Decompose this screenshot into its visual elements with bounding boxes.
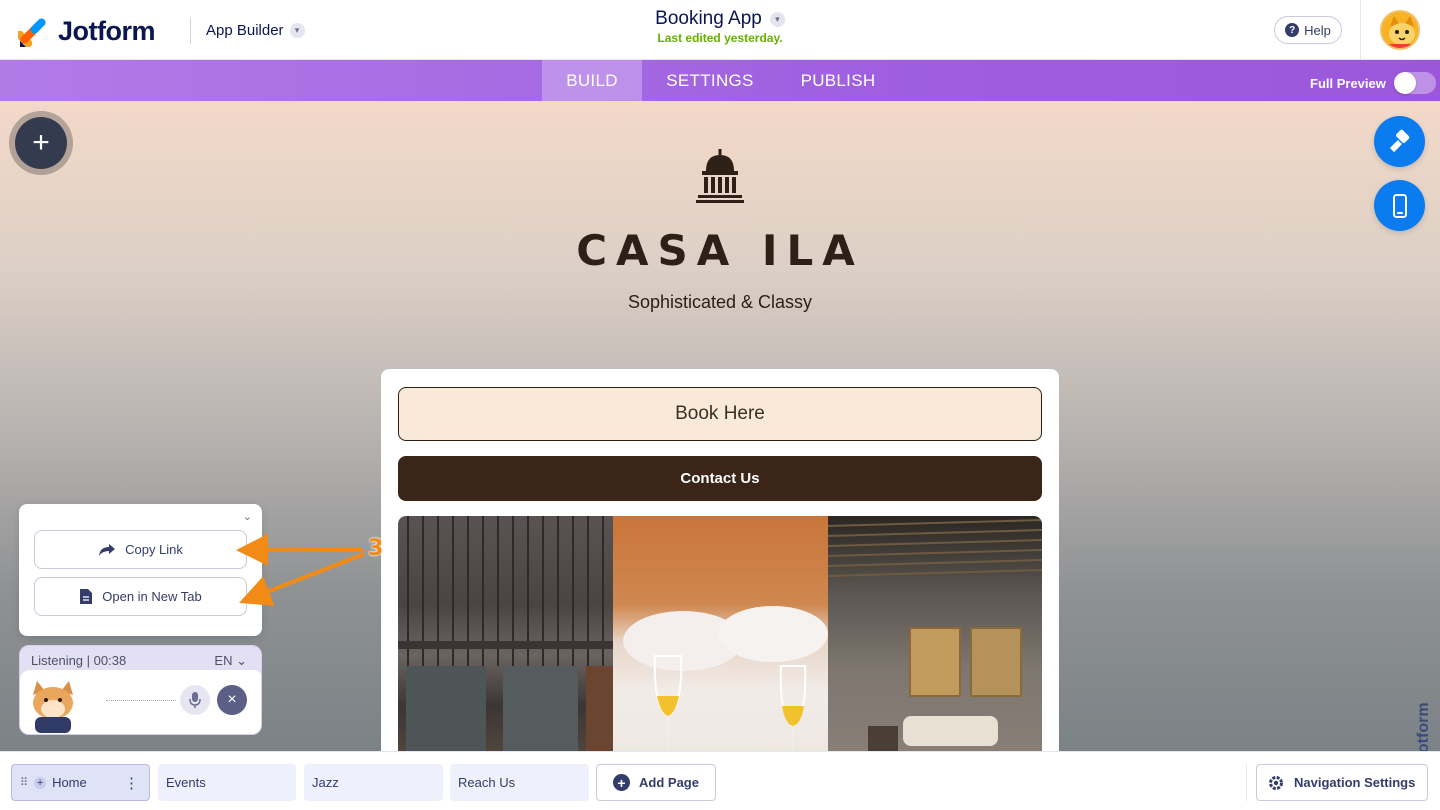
gallery-image-building[interactable] (398, 516, 613, 751)
language-selector[interactable]: EN ⌄ (214, 653, 247, 669)
add-element-button[interactable]: + (9, 111, 73, 175)
app-title-text: Booking App (655, 8, 762, 29)
image-gallery (398, 516, 1042, 751)
copy-link-button[interactable]: Copy Link (34, 530, 247, 569)
open-new-tab-button[interactable]: Open in New Tab (34, 577, 247, 616)
microphone-button[interactable] (180, 685, 210, 715)
gallery-image-lounge[interactable] (827, 516, 1042, 751)
pages-footer: ⠿ + Home ⋮ Events Jazz Reach Us + Add Pa… (0, 751, 1440, 810)
listening-status: Listening | 00:38 (31, 653, 127, 668)
drag-handle-icon[interactable]: ⠿ (20, 776, 28, 789)
voice-controls: × (20, 670, 261, 734)
share-popup: ⌄ Copy Link Open in New Tab (19, 504, 262, 636)
navigation-settings-button[interactable]: Navigation Settings (1256, 764, 1428, 801)
contact-us-button[interactable]: Contact Us (398, 456, 1042, 501)
navigation-settings-label: Navigation Settings (1294, 775, 1416, 790)
header-divider-right (1360, 0, 1361, 60)
capitol-building-icon (696, 149, 744, 203)
close-icon: × (227, 691, 237, 708)
app-title[interactable]: Booking App ▾ (655, 8, 785, 30)
language-label: EN (214, 653, 233, 668)
brand-name: CASA ILA (576, 226, 864, 275)
page-tab-label: Home (52, 775, 87, 790)
document-icon (80, 589, 93, 604)
toggle-knob (1393, 72, 1416, 94)
plus-icon: + (15, 117, 67, 169)
collapse-chevron-icon[interactable]: ⌄ (243, 510, 252, 523)
tab-settings-label: SETTINGS (666, 70, 754, 90)
page-tab-home[interactable]: ⠿ + Home ⋮ (11, 764, 150, 801)
brand-tagline: Sophisticated & Classy (627, 292, 813, 312)
add-page-label: Add Page (639, 775, 699, 790)
audio-waveform (106, 700, 176, 704)
microphone-icon (189, 692, 201, 708)
full-preview-toggle[interactable] (1393, 72, 1436, 94)
last-edited-status: Last edited yesterday. (657, 31, 783, 45)
chevron-down-icon: ▾ (769, 11, 785, 27)
add-page-button[interactable]: + Add Page (596, 764, 716, 801)
agent-avatar (25, 673, 83, 733)
gear-icon (1269, 775, 1283, 790)
full-preview-control: Full Preview (1310, 72, 1436, 94)
more-options-icon[interactable]: ⋮ (124, 774, 139, 792)
mobile-preview-button[interactable] (1374, 180, 1425, 231)
page-tab-label: Jazz (312, 775, 339, 790)
help-icon: ? (1285, 23, 1300, 37)
paint-roller-icon (1389, 129, 1409, 152)
page-tab-label: Reach Us (458, 775, 516, 790)
cat-avatar-image (25, 673, 83, 733)
tab-publish[interactable]: PUBLISH (782, 60, 894, 101)
book-here-button[interactable]: Book Here (398, 387, 1042, 441)
home-plus-icon: + (34, 776, 47, 789)
gallery-image-bedroom[interactable] (613, 516, 828, 751)
page-tab-events[interactable]: Events (158, 764, 296, 801)
phone-icon (1392, 193, 1407, 218)
builder-navbar: BUILD SETTINGS PUBLISH Full Preview (0, 60, 1440, 101)
app-content-card: Book Here Contact Us (381, 369, 1059, 751)
page-tab-reach-us[interactable]: Reach Us (450, 764, 589, 801)
open-new-tab-label: Open in New Tab (102, 589, 202, 604)
plus-circle-icon: + (613, 774, 631, 791)
app-designer-button[interactable] (1374, 116, 1425, 167)
user-avatar[interactable] (1380, 10, 1420, 50)
voice-agent-widget: Listening | 00:38 EN ⌄ × (19, 645, 262, 735)
top-header: Jotform App Builder ▾ Booking App ▾ Last… (0, 0, 1440, 60)
tab-publish-label: PUBLISH (800, 70, 876, 90)
page-tab-label: Events (166, 775, 206, 790)
tab-build-label: BUILD (566, 70, 618, 90)
annotation-step-number: 3 (368, 536, 384, 561)
page-tab-jazz[interactable]: Jazz (304, 764, 443, 801)
help-label: Help (1304, 22, 1331, 38)
close-voice-button[interactable]: × (217, 685, 247, 715)
tab-settings[interactable]: SETTINGS (650, 60, 770, 101)
share-arrow-icon (99, 543, 116, 556)
building-facade-graphic (398, 516, 613, 751)
help-button[interactable]: ? Help (1274, 16, 1342, 44)
tab-build[interactable]: BUILD (542, 60, 642, 101)
app-title-block: Booking App ▾ Last edited yesterday. (0, 8, 1440, 45)
copy-link-label: Copy Link (125, 542, 183, 557)
wine-glasses-graphic (623, 606, 828, 751)
full-preview-label: Full Preview (1310, 75, 1386, 91)
lounge-graphic (827, 519, 1042, 751)
footer-divider (1246, 764, 1247, 801)
